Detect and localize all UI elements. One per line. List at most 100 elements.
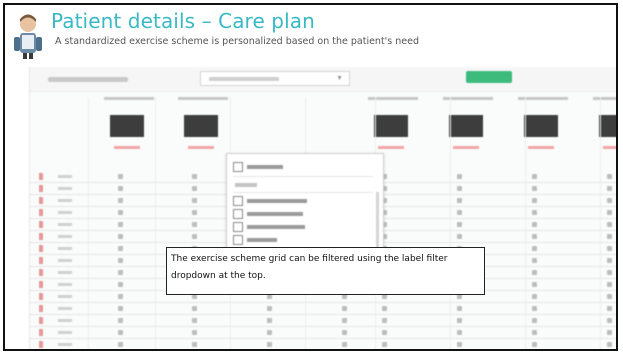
grid-cell-checkbox[interactable] bbox=[457, 234, 462, 239]
grid-cell-checkbox[interactable] bbox=[607, 246, 612, 251]
grid-cell-checkbox[interactable] bbox=[532, 222, 537, 227]
grid-cell-checkbox[interactable] bbox=[192, 318, 197, 323]
grid-cell-checkbox[interactable] bbox=[532, 258, 537, 263]
grid-cell-checkbox[interactable] bbox=[607, 258, 612, 263]
checkbox-icon bbox=[233, 162, 243, 172]
grid-cell-checkbox[interactable] bbox=[607, 186, 612, 191]
grid-cell-checkbox[interactable] bbox=[532, 210, 537, 215]
grid-cell-checkbox[interactable] bbox=[118, 246, 123, 251]
grid-cell-checkbox[interactable] bbox=[607, 330, 612, 335]
grid-cell-checkbox[interactable] bbox=[607, 282, 612, 287]
row-label bbox=[58, 307, 72, 310]
grid-cell-checkbox[interactable] bbox=[457, 210, 462, 215]
grid-cell-checkbox[interactable] bbox=[118, 234, 123, 239]
grid-cell-checkbox[interactable] bbox=[532, 306, 537, 311]
grid-cell-checkbox[interactable] bbox=[118, 282, 123, 287]
row-label bbox=[58, 295, 72, 298]
grid-cell-checkbox[interactable] bbox=[118, 342, 123, 347]
grid-row-line bbox=[30, 350, 618, 351]
grid-cell-checkbox[interactable] bbox=[342, 318, 347, 323]
grid-cell-checkbox[interactable] bbox=[382, 318, 387, 323]
grid-cell-checkbox[interactable] bbox=[532, 342, 537, 347]
grid-cell-checkbox[interactable] bbox=[192, 186, 197, 191]
toolbar-action-button[interactable] bbox=[466, 71, 512, 83]
row-marker bbox=[39, 245, 43, 252]
grid-cell-checkbox[interactable] bbox=[192, 222, 197, 227]
page-title: Patient details – Care plan bbox=[51, 9, 315, 33]
grid-cell-checkbox[interactable] bbox=[532, 174, 537, 179]
grid-cell-checkbox[interactable] bbox=[267, 306, 272, 311]
checkbox-icon bbox=[233, 209, 243, 219]
label-filter-dropdown[interactable]: ▼ bbox=[200, 71, 350, 86]
row-marker bbox=[39, 185, 43, 192]
grid-cell-checkbox[interactable] bbox=[192, 174, 197, 179]
row-marker bbox=[39, 281, 43, 288]
row-label bbox=[58, 319, 72, 322]
grid-cell-checkbox[interactable] bbox=[607, 306, 612, 311]
grid-toolbar: ▼ bbox=[30, 67, 616, 92]
callout-note: The exercise scheme grid can be filtered… bbox=[166, 247, 485, 295]
grid-cell-checkbox[interactable] bbox=[457, 306, 462, 311]
grid-cell-checkbox[interactable] bbox=[607, 222, 612, 227]
grid-cell-checkbox[interactable] bbox=[118, 330, 123, 335]
grid-cell-checkbox[interactable] bbox=[532, 246, 537, 251]
grid-cell-checkbox[interactable] bbox=[342, 330, 347, 335]
grid-cell-checkbox[interactable] bbox=[532, 318, 537, 323]
grid-cell-checkbox[interactable] bbox=[382, 342, 387, 347]
grid-cell-checkbox[interactable] bbox=[192, 234, 197, 239]
grid-cell-checkbox[interactable] bbox=[267, 342, 272, 347]
grid-cell-checkbox[interactable] bbox=[192, 210, 197, 215]
grid-cell-checkbox[interactable] bbox=[192, 198, 197, 203]
row-marker bbox=[39, 257, 43, 264]
grid-cell-checkbox[interactable] bbox=[607, 270, 612, 275]
grid-cell-checkbox[interactable] bbox=[532, 330, 537, 335]
grid-cell-checkbox[interactable] bbox=[192, 306, 197, 311]
grid-cell-checkbox[interactable] bbox=[342, 342, 347, 347]
grid-row-line bbox=[30, 314, 616, 315]
grid-cell-checkbox[interactable] bbox=[457, 342, 462, 347]
grid-cell-checkbox[interactable] bbox=[267, 318, 272, 323]
grid-cell-checkbox[interactable] bbox=[342, 306, 347, 311]
row-label bbox=[58, 211, 72, 214]
grid-cell-checkbox[interactable] bbox=[532, 186, 537, 191]
grid-cell-checkbox[interactable] bbox=[457, 222, 462, 227]
grid-cell-checkbox[interactable] bbox=[607, 174, 612, 179]
grid-cell-checkbox[interactable] bbox=[457, 318, 462, 323]
grid-cell-checkbox[interactable] bbox=[118, 318, 123, 323]
grid-cell-checkbox[interactable] bbox=[607, 234, 612, 239]
grid-cell-checkbox[interactable] bbox=[118, 186, 123, 191]
row-marker bbox=[39, 329, 43, 336]
grid-cell-checkbox[interactable] bbox=[118, 294, 123, 299]
grid-cell-checkbox[interactable] bbox=[192, 342, 197, 347]
dropdown-scrollbar[interactable] bbox=[376, 192, 379, 252]
grid-cell-checkbox[interactable] bbox=[607, 294, 612, 299]
grid-cell-checkbox[interactable] bbox=[267, 330, 272, 335]
grid-cell-checkbox[interactable] bbox=[532, 294, 537, 299]
grid-cell-checkbox[interactable] bbox=[118, 222, 123, 227]
grid-cell-checkbox[interactable] bbox=[118, 258, 123, 263]
grid-cell-checkbox[interactable] bbox=[118, 306, 123, 311]
grid-cell-checkbox[interactable] bbox=[532, 282, 537, 287]
grid-cell-checkbox[interactable] bbox=[457, 198, 462, 203]
grid-cell-checkbox[interactable] bbox=[118, 210, 123, 215]
exercise-scheme-screenshot: ▼ bbox=[29, 67, 618, 351]
grid-cell-checkbox[interactable] bbox=[607, 342, 612, 347]
grid-cell-checkbox[interactable] bbox=[192, 330, 197, 335]
grid-cell-checkbox[interactable] bbox=[532, 234, 537, 239]
grid-cell-checkbox[interactable] bbox=[118, 198, 123, 203]
grid-column-line bbox=[88, 97, 89, 349]
grid-cell-checkbox[interactable] bbox=[457, 174, 462, 179]
grid-cell-checkbox[interactable] bbox=[457, 186, 462, 191]
chevron-down-icon: ▼ bbox=[336, 75, 343, 82]
grid-cell-checkbox[interactable] bbox=[382, 306, 387, 311]
grid-cell-checkbox[interactable] bbox=[532, 270, 537, 275]
grid-cell-checkbox[interactable] bbox=[457, 330, 462, 335]
grid-cell-checkbox[interactable] bbox=[118, 174, 123, 179]
grid-cell-checkbox[interactable] bbox=[607, 318, 612, 323]
grid-cell-checkbox[interactable] bbox=[607, 210, 612, 215]
grid-cell-checkbox[interactable] bbox=[607, 198, 612, 203]
grid-cell-checkbox[interactable] bbox=[532, 198, 537, 203]
row-label bbox=[58, 271, 72, 274]
grid-cell-checkbox[interactable] bbox=[382, 330, 387, 335]
grid-cell-checkbox[interactable] bbox=[118, 270, 123, 275]
